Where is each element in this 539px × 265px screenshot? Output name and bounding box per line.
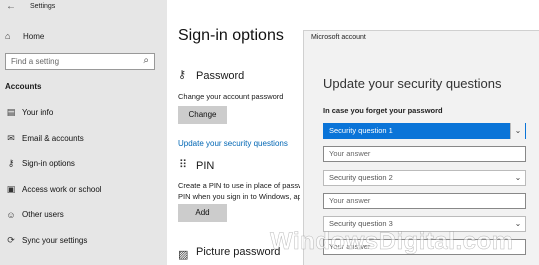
password-description: Change your account password xyxy=(178,92,284,101)
home-nav-item[interactable]: ⌂ Home xyxy=(5,31,44,41)
select-value: Security question 1 xyxy=(329,126,393,135)
sidebar-item-label: Other users xyxy=(22,210,64,220)
user-add-icon: ☺ xyxy=(6,209,16,220)
answer-2-input[interactable]: Your answer xyxy=(323,193,526,209)
envelope-icon: ✉ xyxy=(7,132,15,143)
settings-sidebar: ← Settings ⌂ Home Find a setting ⌕ Accou… xyxy=(0,0,167,265)
sidebar-item-access-work[interactable]: ▣ Access work or school xyxy=(5,177,102,203)
sidebar-item-label: Sync your settings xyxy=(22,235,88,245)
section-heading: Accounts xyxy=(5,82,42,91)
back-arrow-icon[interactable]: ← xyxy=(6,1,16,12)
page-title: Sign-in options xyxy=(178,27,284,44)
sync-icon: ⟳ xyxy=(7,234,15,245)
dialog-subheading: In case you forget your password xyxy=(323,106,443,115)
update-security-questions-link[interactable]: Update your security questions xyxy=(178,139,288,148)
security-question-2-select[interactable]: Security question 2 ⌄ xyxy=(323,170,526,186)
sidebar-item-label: Email & accounts xyxy=(22,133,84,143)
select-value: Security question 2 xyxy=(329,173,393,182)
picture-password-heading: Picture password xyxy=(196,246,281,258)
picture-icon: ▨ xyxy=(178,249,189,261)
key-icon: ⚷ xyxy=(7,158,15,169)
sidebar-item-label: Access work or school xyxy=(22,184,102,194)
answer-1-input[interactable]: Your answer xyxy=(323,146,526,162)
window-title: Settings xyxy=(30,3,56,10)
pin-keypad-icon: ⠿ xyxy=(179,159,187,171)
sidebar-item-other-users[interactable]: ☺ Other users xyxy=(5,202,102,228)
change-password-button[interactable]: Change xyxy=(178,106,227,124)
home-label: Home xyxy=(23,31,45,41)
sidebar-item-label: Sign-in options xyxy=(22,159,75,169)
title-bar: ← Settings xyxy=(0,0,167,16)
add-pin-button[interactable]: Add xyxy=(178,204,227,222)
pin-heading: PIN xyxy=(196,160,215,172)
sidebar-item-your-info[interactable]: ▤ Your info xyxy=(5,100,102,126)
watermark: WindowsDigital.com xyxy=(270,228,514,256)
sidebar-item-email-accounts[interactable]: ✉ Email & accounts xyxy=(5,126,102,152)
dialog-heading: Update your security questions xyxy=(323,76,502,91)
key-icon: ⚷ xyxy=(178,69,187,81)
chevron-down-icon[interactable]: ⌄ xyxy=(511,170,525,186)
sidebar-item-label: Your info xyxy=(22,108,54,118)
accounts-nav: ▤ Your info ✉ Email & accounts ⚷ Sign-in… xyxy=(5,100,102,254)
person-card-icon: ▤ xyxy=(6,107,16,118)
security-question-1-select[interactable]: Security question 1 ⌄ xyxy=(323,123,526,139)
chevron-down-icon[interactable]: ⌄ xyxy=(510,123,525,139)
briefcase-icon: ▣ xyxy=(6,183,16,194)
sidebar-item-sync-settings[interactable]: ⟳ Sync your settings xyxy=(5,228,102,254)
select-value: Security question 3 xyxy=(329,219,393,228)
search-icon[interactable]: ⌕ xyxy=(143,55,149,66)
pin-description-line2: PIN when you sign in to Windows, apps, a… xyxy=(178,192,300,201)
search-input[interactable]: Find a setting ⌕ xyxy=(5,53,155,70)
sidebar-item-sign-in-options[interactable]: ⚷ Sign-in options xyxy=(5,151,102,177)
password-heading: Password xyxy=(196,70,245,82)
pin-description-line1: Create a PIN to use in place of password… xyxy=(178,181,300,190)
home-icon: ⌂ xyxy=(5,31,11,41)
pin-description: Create a PIN to use in place of password… xyxy=(178,180,300,202)
dialog-title: Microsoft account xyxy=(311,34,366,41)
search-placeholder: Find a setting xyxy=(11,57,60,66)
